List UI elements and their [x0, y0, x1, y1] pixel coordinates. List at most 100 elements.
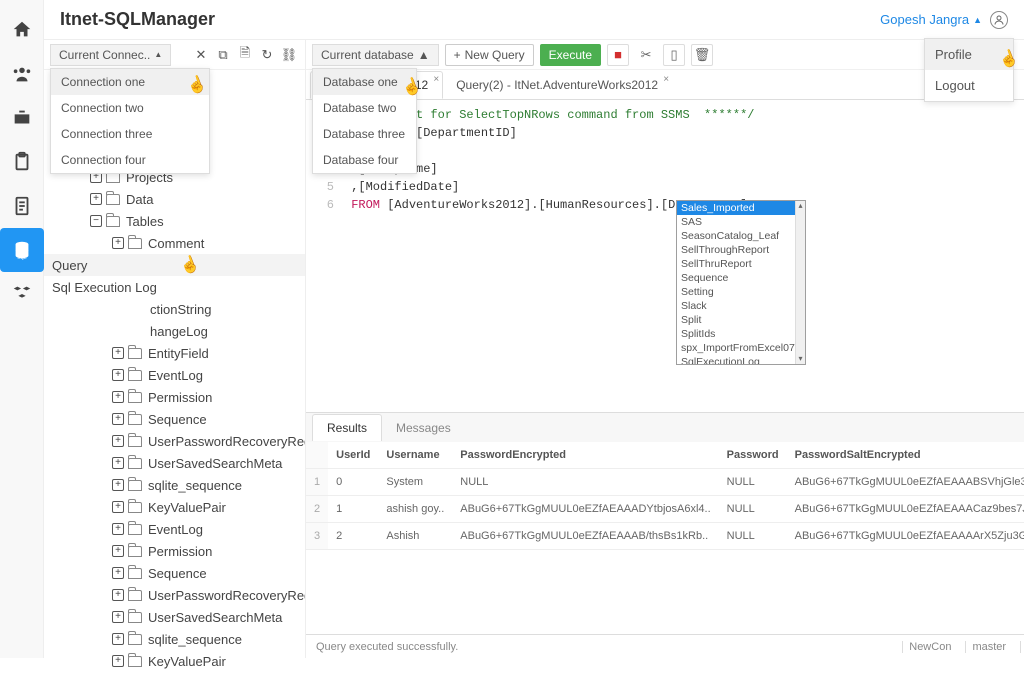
column-header[interactable]: UserId: [328, 442, 378, 469]
folder-icon: [128, 524, 142, 535]
new-query-button[interactable]: +New Query: [445, 44, 534, 66]
tree-node[interactable]: +EventLog: [44, 518, 305, 540]
nav-sql-icon[interactable]: SQL: [0, 228, 44, 272]
nav-users-icon[interactable]: [0, 52, 44, 96]
autocomplete-item[interactable]: Slack: [677, 299, 805, 313]
nav-document-icon[interactable]: [0, 184, 44, 228]
link-icon[interactable]: ⛓: [279, 45, 299, 65]
column-header[interactable]: Username: [378, 442, 452, 469]
username: Gopesh Jangra: [880, 12, 969, 27]
logout-menu-item[interactable]: Logout: [925, 70, 1013, 101]
tree-node[interactable]: +KeyValuePair: [44, 496, 305, 518]
connection-item[interactable]: Connection two: [51, 95, 209, 121]
tree-node[interactable]: +EventLog: [44, 364, 305, 386]
caret-up-icon: ▲: [154, 50, 162, 59]
autocomplete-item[interactable]: spx_ImportFromExcel07: [677, 341, 805, 355]
nav-clipboard-icon[interactable]: [0, 140, 44, 184]
trash-icon[interactable]: 🗑: [691, 44, 713, 66]
tree-node[interactable]: +sqlite_sequence: [44, 474, 305, 496]
autocomplete-item[interactable]: SAS: [677, 215, 805, 229]
database-dropdown-label: Current database: [321, 48, 414, 62]
query-tab[interactable]: Query(2) - ItNet.AdventureWorks2012×: [445, 71, 673, 99]
save-icon[interactable]: 🗎: [235, 45, 255, 65]
tree-node[interactable]: +UserPasswordRecoveryRequest: [44, 584, 305, 606]
column-header[interactable]: Password: [719, 442, 787, 469]
connection-item[interactable]: Connection three: [51, 121, 209, 147]
tree-node-query[interactable]: Query☝: [44, 254, 305, 276]
tree-node[interactable]: hangeLog: [44, 320, 305, 342]
autocomplete-item[interactable]: Sales_Imported: [677, 201, 805, 215]
database-item[interactable]: Database three: [313, 121, 416, 147]
execute-button[interactable]: Execute: [540, 44, 601, 66]
results-tab[interactable]: Results: [312, 414, 382, 441]
tree-node[interactable]: +sqlite_sequence: [44, 628, 305, 650]
tree-node[interactable]: +KeyValuePair: [44, 650, 305, 672]
autocomplete-item[interactable]: SeasonCatalog_Leaf: [677, 229, 805, 243]
scrollbar[interactable]: ▴▾: [795, 201, 805, 364]
folder-icon: [128, 502, 142, 513]
tree-node-data[interactable]: +Data: [44, 188, 305, 210]
status-connection: NewCon: [902, 641, 957, 653]
folder-icon: [128, 656, 142, 667]
folder-icon: [128, 348, 142, 359]
table-row[interactable]: 21ashish goy..ABuG6+67TkGgMUUL0eEZfAEAAA…: [306, 496, 1024, 523]
database-dropdown[interactable]: Current database ▲: [312, 44, 439, 66]
autocomplete-item[interactable]: SqlExecutionLog: [677, 355, 805, 365]
close-icon[interactable]: ✕: [191, 45, 211, 65]
column-header[interactable]: PasswordEncrypted: [452, 442, 718, 469]
tree-node[interactable]: ctionString: [44, 298, 305, 320]
folder-icon: [128, 568, 142, 579]
tree-node-tables[interactable]: −Tables: [44, 210, 305, 232]
autocomplete-item[interactable]: SellThroughReport: [677, 243, 805, 257]
database-item[interactable]: Database four: [313, 147, 416, 173]
connection-dropdown[interactable]: Current Connec.. ▲: [50, 44, 171, 66]
database-item[interactable]: Database two: [313, 95, 416, 121]
database-dropdown-menu: Database one Database two Database three…: [312, 68, 417, 174]
autocomplete-item[interactable]: Setting: [677, 285, 805, 299]
connection-dropdown-label: Current Connec..: [59, 48, 150, 62]
tree-node[interactable]: +UserSavedSearchMeta: [44, 606, 305, 628]
close-tab-icon[interactable]: ×: [433, 74, 439, 85]
autocomplete-item[interactable]: SplitIds: [677, 327, 805, 341]
copy-icon[interactable]: ⧉: [213, 45, 233, 65]
user-dropdown: Profile Logout ☝: [924, 38, 1014, 102]
connection-item[interactable]: Connection four: [51, 147, 209, 173]
autocomplete-item[interactable]: Split: [677, 313, 805, 327]
folder-icon: [128, 458, 142, 469]
messages-tab[interactable]: Messages: [382, 415, 465, 441]
column-header[interactable]: PasswordSaltEncrypted: [787, 442, 1024, 469]
device-icon[interactable]: ▯: [663, 44, 685, 66]
nav-briefcase-icon[interactable]: [0, 96, 44, 140]
nav-home-icon[interactable]: [0, 8, 44, 52]
tree-node[interactable]: +EntityField: [44, 342, 305, 364]
tree-node[interactable]: +Sequence: [44, 562, 305, 584]
folder-icon: [128, 392, 142, 403]
tree-node[interactable]: +Permission: [44, 386, 305, 408]
table-row[interactable]: 10SystemNULLNULLABuG6+67TkGgMUUL0eEZfAEA…: [306, 469, 1024, 496]
autocomplete-item[interactable]: SellThruReport: [677, 257, 805, 271]
user-menu-toggle[interactable]: Gopesh Jangra ▲: [880, 11, 1008, 29]
plus-icon: +: [454, 48, 461, 62]
status-message: Query executed successfully.: [316, 641, 458, 653]
folder-icon: [128, 436, 142, 447]
tree-node[interactable]: +Permission: [44, 540, 305, 562]
stop-icon[interactable]: ■: [607, 44, 629, 66]
refresh-icon[interactable]: ↻: [257, 45, 277, 65]
tree-node[interactable]: +Sequence: [44, 408, 305, 430]
close-tab-icon[interactable]: ×: [663, 74, 669, 85]
table-row[interactable]: 32AshishABuG6+67TkGgMUUL0eEZfAEAAAB/thsB…: [306, 523, 1024, 550]
caret-up-icon: ▲: [418, 48, 430, 62]
tree-node[interactable]: +UserSavedSearchMeta: [44, 452, 305, 474]
tree-node-sel[interactable]: Sql Execution Log: [44, 276, 305, 298]
connection-dropdown-menu: Connection one Connection two Connection…: [50, 68, 210, 174]
scissors-icon[interactable]: ✂: [635, 44, 657, 66]
avatar-icon: [990, 11, 1008, 29]
status-database: master: [965, 641, 1012, 653]
tree-node[interactable]: +UserPasswordRecoveryRequest: [44, 430, 305, 452]
autocomplete-item[interactable]: Sequence: [677, 271, 805, 285]
folder-icon: [128, 480, 142, 491]
nav-cubes-icon[interactable]: [0, 272, 44, 316]
folder-icon: [128, 370, 142, 381]
tree-node[interactable]: +Comment: [44, 232, 305, 254]
results-grid[interactable]: UserId Username PasswordEncrypted Passwo…: [306, 442, 1024, 634]
